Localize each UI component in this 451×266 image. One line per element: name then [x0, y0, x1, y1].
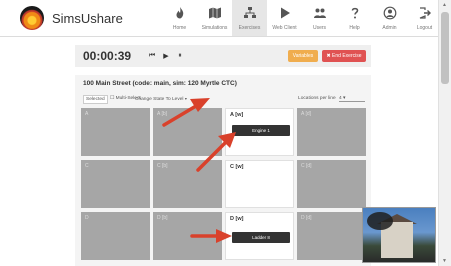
nav-label-admin: Admin [382, 25, 397, 31]
location-label: A [85, 111, 89, 117]
nav-item-home[interactable]: Home [162, 0, 197, 36]
location-cell[interactable]: D [d] [297, 212, 366, 260]
location-cell[interactable]: A [81, 108, 150, 156]
location-label: C [b] [157, 163, 168, 169]
nav-label-help: Help [349, 25, 360, 31]
flame-icon [176, 7, 183, 19]
location-label: A [d] [301, 111, 312, 117]
app-brand-name[interactable]: SimsUshare [52, 11, 123, 26]
location-cell[interactable]: D [w] Ladder 8 [225, 212, 294, 260]
play-button[interactable]: ▶ [159, 49, 173, 63]
location-label: A [b] [157, 111, 168, 117]
location-cell[interactable]: D [81, 212, 150, 260]
change-state-value: Level [172, 97, 184, 102]
top-navigation-bar: SimsUshare Home Simulations Exercises We… [0, 0, 439, 37]
nav-label-simulations: Simulations [201, 25, 228, 31]
org-chart-icon [243, 7, 256, 18]
map-icon [208, 7, 221, 19]
exercise-control-bar: 00:00:39 ⏮ ▶ ⏸ Variables ✖ End Exercise [75, 45, 371, 67]
question-icon [351, 7, 358, 19]
pause-button[interactable]: ⏸ [173, 49, 187, 63]
unit-badge[interactable]: Engine 1 [232, 125, 290, 136]
end-exercise-button[interactable]: ✖ End Exercise [322, 50, 366, 62]
locations-per-line-control: Locations per line 4 ▾ [298, 96, 365, 102]
panel-toolbar: Selected ☐ Multi-Select Change State To … [83, 94, 365, 104]
change-state-dropdown[interactable]: Change State To Level ▾ [135, 96, 187, 102]
location-cell[interactable]: C [b] [153, 160, 222, 208]
location-cell[interactable]: C [d] [297, 160, 366, 208]
location-label: C [d] [301, 163, 312, 169]
user-circle-icon [383, 6, 396, 20]
page-scrollbar[interactable]: ▲ ▼ [438, 0, 451, 266]
location-panel: 100 Main Street (code: main, sim: 120 My… [75, 75, 371, 266]
users-icon [313, 8, 326, 18]
location-label: A [w] [230, 112, 244, 118]
location-label: D [w] [230, 216, 244, 222]
scrollbar-thumb[interactable] [441, 12, 449, 84]
chevron-down-icon: ▾ [184, 96, 187, 101]
location-cell[interactable]: C [w] [225, 160, 294, 208]
locations-per-line-select[interactable]: 4 ▾ [339, 96, 365, 102]
scroll-down-icon[interactable]: ▼ [442, 258, 447, 264]
video-smoke [367, 212, 393, 230]
location-cell[interactable]: A [w] Engine 1 [225, 108, 294, 156]
select-button[interactable]: Selected [83, 95, 108, 104]
nav-item-admin[interactable]: Admin [372, 0, 407, 36]
nav-item-logout[interactable]: Logout [407, 0, 442, 36]
location-cell[interactable]: C [81, 160, 150, 208]
nav-label-home: Home [172, 25, 187, 31]
rewind-button[interactable]: ⏮ [145, 49, 159, 63]
nav-item-simulations[interactable]: Simulations [197, 0, 232, 36]
panel-title: 100 Main Street (code: main, sim: 120 My… [83, 80, 237, 87]
nav-item-web-client[interactable]: Web Client [267, 0, 302, 36]
app-logo[interactable] [20, 6, 44, 30]
change-state-label: Change State To [135, 97, 171, 102]
nav-label-web-client: Web Client [272, 25, 297, 31]
location-label: C [w] [230, 164, 244, 170]
scroll-up-icon[interactable]: ▲ [442, 2, 447, 8]
nav-item-exercises[interactable]: Exercises [232, 0, 267, 36]
locations-per-line-value: 4 [339, 96, 342, 101]
unit-badge[interactable]: Ladder 8 [232, 232, 290, 243]
location-label: D [85, 215, 89, 221]
nav-item-users[interactable]: Users [302, 0, 337, 36]
location-cell[interactable]: A [b] [153, 108, 222, 156]
location-label: D [d] [301, 215, 312, 221]
location-cell[interactable]: D [b] [153, 212, 222, 260]
location-cell[interactable]: A [d] [297, 108, 366, 156]
video-preview[interactable] [362, 207, 436, 263]
locations-per-line-label: Locations per line [298, 96, 336, 101]
chevron-down-icon: ▾ [343, 96, 346, 101]
exercise-timer: 00:00:39 [83, 49, 132, 63]
logout-icon [419, 7, 431, 19]
play-icon [280, 7, 290, 19]
nav-label-users: Users [312, 25, 327, 31]
variables-button[interactable]: Variables [288, 50, 318, 62]
nav-item-help[interactable]: Help [337, 0, 372, 36]
nav-label-logout: Logout [416, 25, 433, 31]
location-label: D [b] [157, 215, 168, 221]
location-label: C [85, 163, 89, 169]
nav-label-exercises: Exercises [238, 25, 261, 31]
main-nav: Home Simulations Exercises Web Client Us… [162, 0, 442, 36]
